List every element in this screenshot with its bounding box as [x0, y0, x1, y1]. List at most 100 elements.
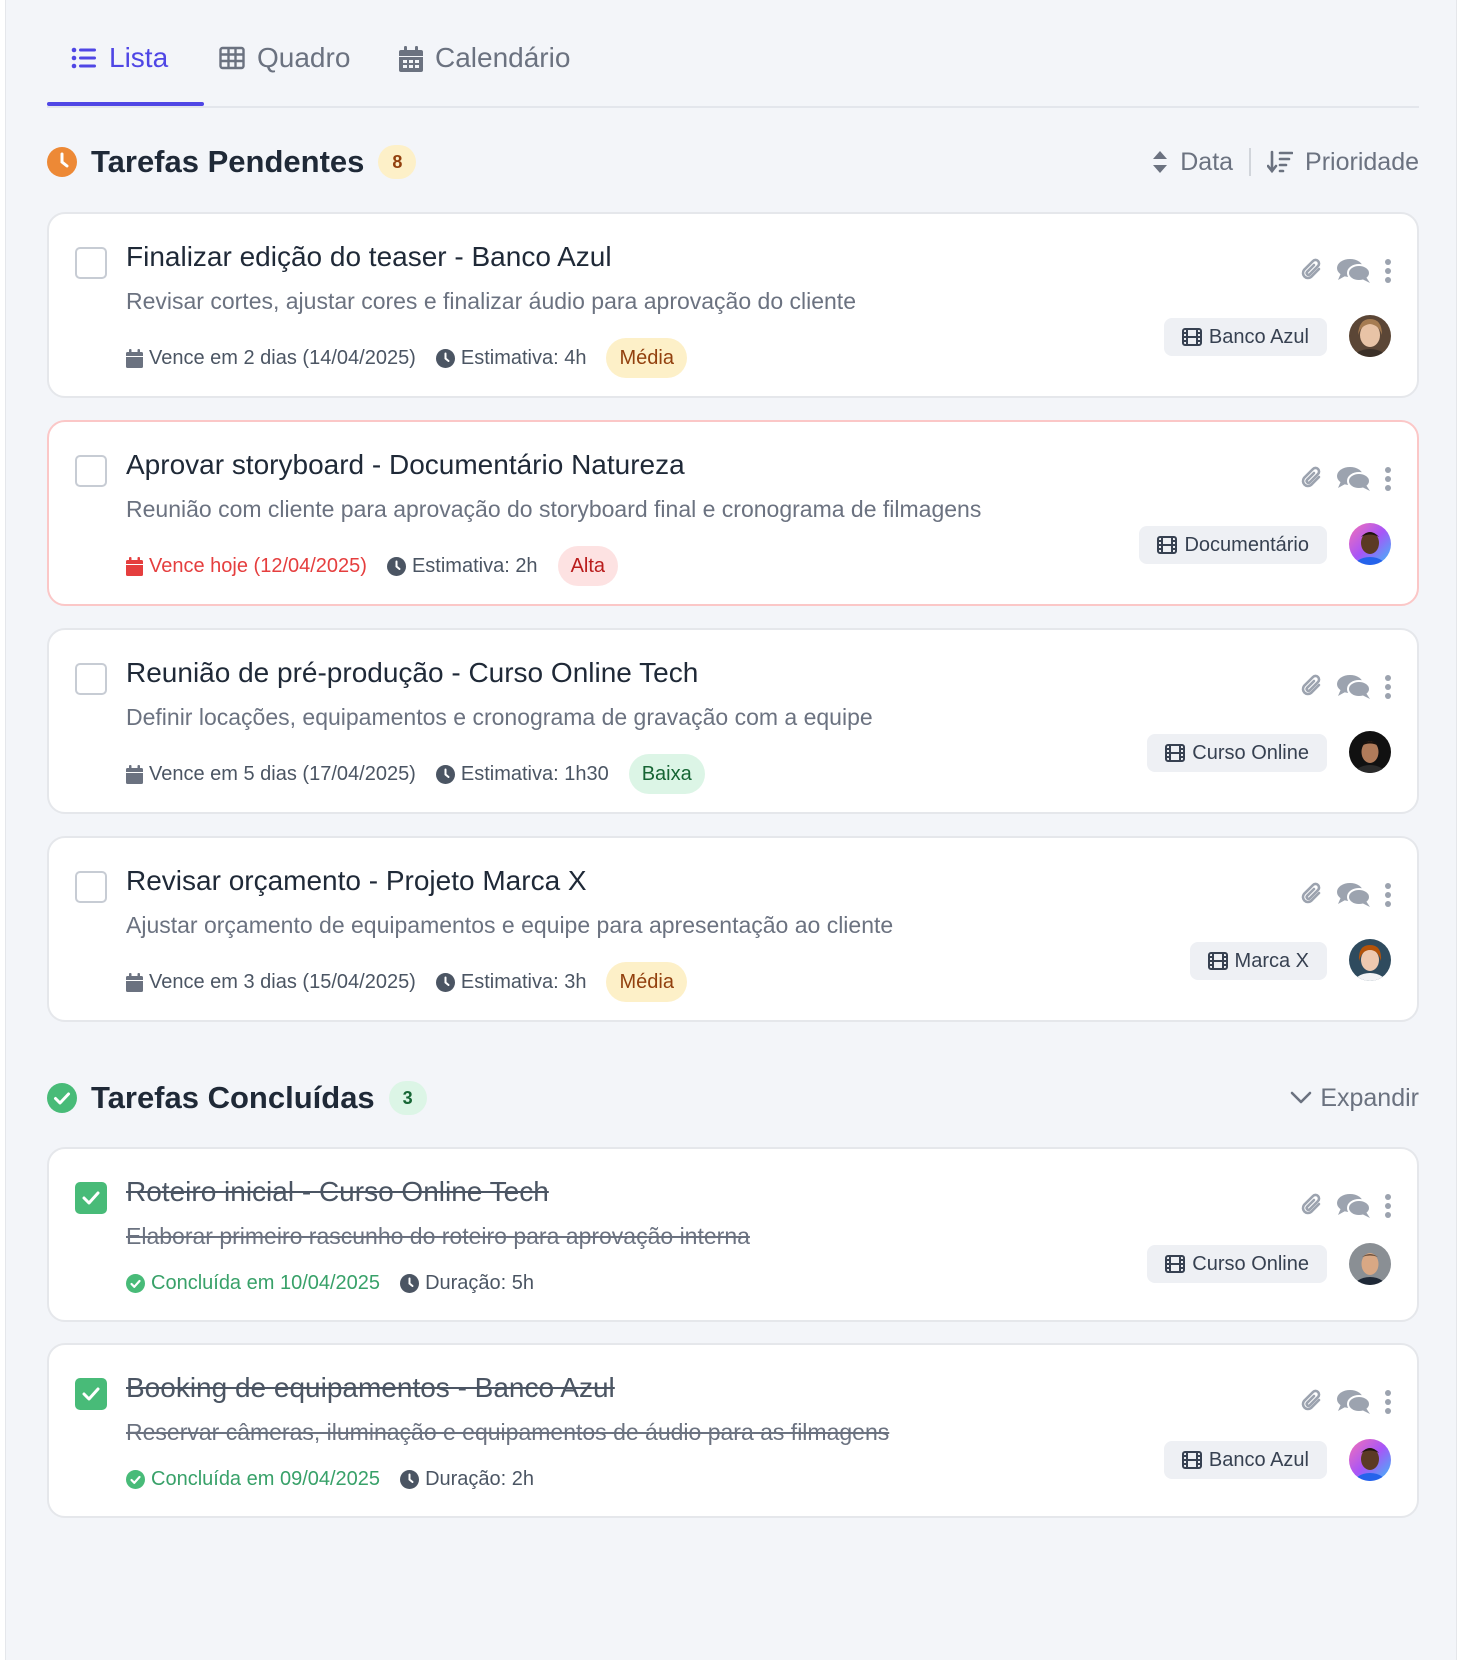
task-checkbox[interactable] [75, 871, 107, 903]
task-actions [1287, 466, 1391, 492]
project-tag-label: Banco Azul [1208, 1448, 1309, 1471]
calendar-icon [126, 556, 143, 576]
view-tabs: Lista Quadro Calendário [47, 0, 1419, 108]
tab-calendario[interactable]: Calendário [399, 42, 570, 104]
tab-quadro[interactable]: Quadro [219, 42, 350, 104]
sort-icon [1153, 151, 1168, 173]
clock-icon [47, 147, 77, 177]
task-duration-text: Duração: 5h [425, 1271, 535, 1294]
task-card[interactable]: Aprovar storyboard - Documentário Nature… [47, 420, 1419, 606]
expand-button[interactable]: Expandir [1290, 1073, 1419, 1123]
more-options-button[interactable] [1385, 675, 1391, 699]
comments-button[interactable] [1337, 674, 1371, 700]
avatar[interactable] [1349, 731, 1391, 773]
more-options-button[interactable] [1385, 259, 1391, 283]
task-card[interactable]: Roteiro inicial - Curso Online Tech Elab… [47, 1147, 1419, 1322]
sort-by-date-button[interactable]: Data [1152, 148, 1233, 177]
more-options-button[interactable] [1385, 1390, 1391, 1414]
film-icon [1165, 744, 1186, 762]
project-tag-label: Curso Online [1192, 741, 1309, 764]
active-tab-indicator [47, 102, 204, 106]
check-icon [82, 1191, 100, 1205]
tab-calendario-label: Calendário [435, 42, 571, 73]
comments-icon [1337, 1390, 1371, 1414]
task-checkbox[interactable] [75, 1182, 107, 1214]
comments-button[interactable] [1337, 258, 1371, 284]
comments-icon [1337, 467, 1371, 491]
project-tag[interactable]: Banco Azul [1163, 318, 1327, 356]
task-title: Finalizar edição do teaser - Banco Azul [126, 241, 612, 272]
task-card[interactable]: Finalizar edição do teaser - Banco Azul … [47, 212, 1419, 398]
avatar[interactable] [1349, 315, 1391, 357]
project-tag[interactable]: Curso Online [1147, 1245, 1327, 1283]
avatar-image [1349, 315, 1391, 357]
task-title: Revisar orçamento - Projeto Marca X [126, 865, 587, 896]
task-due-text: Vence em 2 dias (14/04/2025) [149, 346, 416, 369]
clock-icon [435, 972, 455, 992]
comments-button[interactable] [1337, 882, 1371, 908]
more-options-button[interactable] [1385, 883, 1391, 907]
avatar-image [1349, 523, 1391, 565]
list-icon [71, 47, 96, 69]
attachment-button[interactable] [1301, 674, 1323, 700]
task-duration: Duração: 2h [400, 1468, 534, 1491]
task-checkbox[interactable] [75, 247, 107, 279]
avatar-image [1349, 1243, 1391, 1285]
paperclip-icon [1301, 1389, 1321, 1411]
project-tag[interactable]: Marca X [1189, 942, 1327, 980]
task-actions [1287, 1193, 1391, 1219]
avatar[interactable] [1349, 1439, 1391, 1481]
task-estimate-text: Estimativa: 3h [460, 970, 587, 993]
task-card[interactable]: Reunião de pré-produção - Curso Online T… [47, 628, 1419, 814]
clock-icon [435, 348, 455, 368]
task-title: Booking de equipamentos - Banco Azul [126, 1372, 615, 1403]
more-options-button[interactable] [1385, 467, 1391, 491]
task-completed-text: Concluída em 10/04/2025 [151, 1271, 381, 1294]
task-panel: Lista Quadro Calendário Tarefas Pendente… [5, 0, 1457, 1660]
attachment-button[interactable] [1301, 1389, 1323, 1415]
calendar-icon [126, 348, 143, 368]
comments-button[interactable] [1337, 466, 1371, 492]
task-meta: Concluída em 09/04/2025 Duração: 2h [126, 1459, 554, 1499]
sort-priority-label: Prioridade [1305, 147, 1419, 176]
project-tag[interactable]: Curso Online [1147, 734, 1327, 772]
attachment-button[interactable] [1301, 258, 1323, 284]
task-checkbox[interactable] [75, 455, 107, 487]
task-actions [1287, 674, 1391, 700]
priority-badge: Média [606, 338, 687, 378]
table-icon [219, 46, 245, 70]
task-description: Elaborar primeiro rascunho do roteiro pa… [126, 1223, 750, 1249]
attachment-button[interactable] [1301, 882, 1323, 908]
task-due: Vence em 3 dias (15/04/2025) [126, 971, 416, 994]
avatar[interactable] [1349, 523, 1391, 565]
more-options-button[interactable] [1385, 1194, 1391, 1218]
task-meta: Vence hoje (12/04/2025) Estimativa: 2h A… [126, 546, 619, 586]
task-actions [1287, 882, 1391, 908]
task-checkbox[interactable] [75, 663, 107, 695]
task-card[interactable]: Booking de equipamentos - Banco Azul Res… [47, 1343, 1419, 1518]
task-panel-inner: Lista Quadro Calendário Tarefas Pendente… [47, 0, 1419, 1518]
task-checkbox[interactable] [75, 1378, 107, 1410]
completed-title: Tarefas Concluídas [91, 1080, 375, 1115]
avatar[interactable] [1349, 1243, 1391, 1285]
project-tag[interactable]: Documentário [1139, 526, 1327, 564]
task-meta: Concluída em 10/04/2025 Duração: 5h [126, 1263, 554, 1303]
more-vertical-icon [1385, 883, 1391, 907]
pending-title: Tarefas Pendentes [91, 144, 365, 179]
comments-button[interactable] [1337, 1389, 1371, 1415]
avatar-image [1349, 1439, 1391, 1481]
project-tag[interactable]: Banco Azul [1163, 1441, 1327, 1479]
attachment-button[interactable] [1301, 466, 1323, 492]
task-card[interactable]: Revisar orçamento - Projeto Marca X Ajus… [47, 836, 1419, 1022]
sort-by-priority-button[interactable]: Prioridade [1267, 148, 1419, 177]
attachment-button[interactable] [1301, 1193, 1323, 1219]
comments-button[interactable] [1337, 1193, 1371, 1219]
task-estimate: Estimativa: 4h [435, 347, 586, 370]
avatar[interactable] [1349, 939, 1391, 981]
paperclip-icon [1301, 882, 1321, 904]
paperclip-icon [1301, 258, 1321, 280]
priority-badge: Alta [557, 546, 619, 586]
calendar-icon [399, 46, 423, 72]
task-estimate: Estimativa: 3h [435, 970, 587, 994]
tab-lista[interactable]: Lista [71, 42, 168, 104]
